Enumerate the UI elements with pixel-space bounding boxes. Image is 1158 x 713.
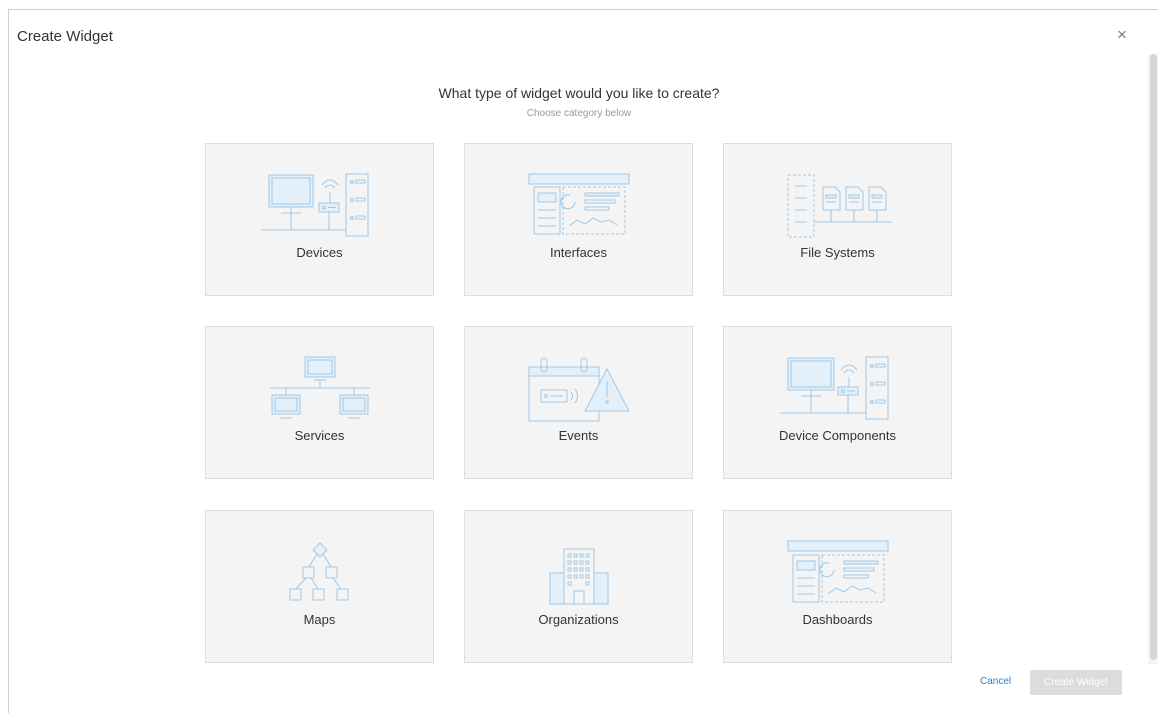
- category-label: Dashboards: [802, 612, 873, 627]
- create-widget-button[interactable]: Create Widget: [1030, 670, 1122, 695]
- events-icon: [528, 357, 630, 422]
- dialog-subtitle: Choose category below: [526, 108, 632, 119]
- category-label: Events: [558, 428, 599, 443]
- category-card-device-components[interactable]: Device Components: [723, 326, 952, 479]
- interfaces-icon: [528, 173, 630, 235]
- organizations-icon: [549, 548, 609, 605]
- dashboards-icon: [787, 540, 889, 603]
- category-label: Services: [294, 428, 345, 443]
- category-card-events[interactable]: Events: [464, 326, 693, 479]
- category-label: File Systems: [800, 245, 875, 260]
- category-label: Device Components: [778, 428, 897, 443]
- category-label: Interfaces: [549, 245, 608, 260]
- devices-icon: [261, 173, 369, 237]
- category-label: Maps: [303, 612, 336, 627]
- dialog-title: Create Widget: [17, 28, 113, 45]
- dialog-question: What type of widget would you like to cr…: [438, 85, 720, 101]
- category-card-maps[interactable]: Maps: [205, 510, 434, 663]
- category-card-dashboards[interactable]: Dashboards: [723, 510, 952, 663]
- scrollbar-thumb[interactable]: [1150, 54, 1157, 660]
- category-card-devices[interactable]: Devices: [205, 143, 434, 296]
- category-label: Organizations: [538, 612, 619, 627]
- services-icon: [270, 356, 370, 419]
- cancel-button[interactable]: Cancel: [980, 676, 1011, 687]
- category-card-services[interactable]: Services: [205, 326, 434, 479]
- category-card-organizations[interactable]: Organizations: [464, 510, 693, 663]
- category-label: Devices: [296, 245, 343, 260]
- file-systems-icon: [787, 174, 892, 238]
- close-icon[interactable]: ×: [1117, 26, 1127, 44]
- maps-icon: [289, 542, 349, 601]
- category-card-interfaces[interactable]: Interfaces: [464, 143, 693, 296]
- category-card-file-systems[interactable]: File Systems: [723, 143, 952, 296]
- device-components-icon: [780, 356, 889, 420]
